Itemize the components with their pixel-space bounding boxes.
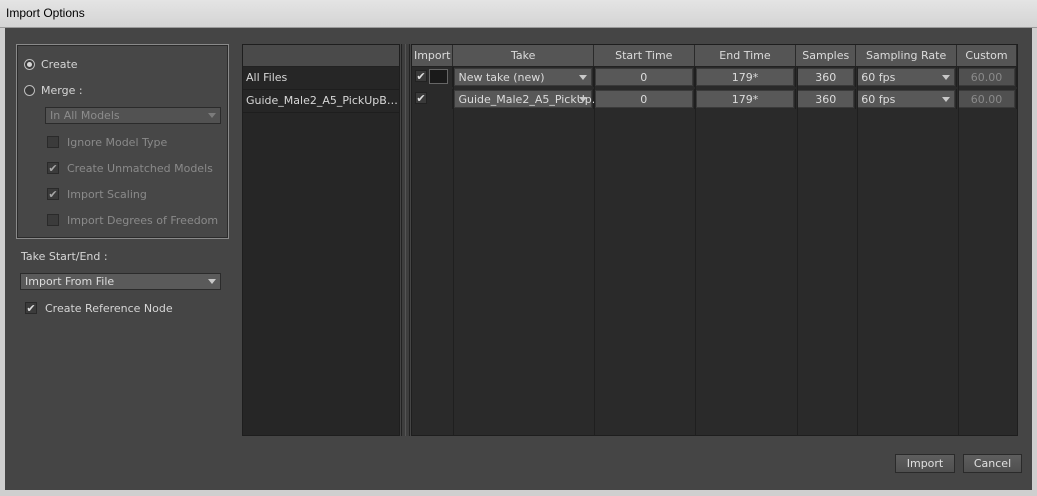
import-scaling-checkbox[interactable]: ✔ [47,188,59,200]
end-time-cell[interactable]: 179* [694,88,797,111]
sampling-rate-dropdown[interactable]: 60 fps [857,90,956,108]
table-row[interactable]: ✔ Guide_Male2_A5_PickUp... 0 179* 360 60… [412,88,1017,111]
chevron-down-icon [942,97,951,102]
chevron-down-icon [208,279,216,284]
create-reference-node-checkbox[interactable]: ✔ [25,302,37,314]
create-unmatched-label: Create Unmatched Models [67,161,213,175]
import-scaling-label: Import Scaling [67,187,147,201]
create-reference-node-option[interactable]: ✔ Create Reference Node [25,299,173,317]
sampling-rate-cell[interactable]: 60 fps [855,88,958,111]
panel-splitter[interactable] [401,44,410,436]
chevron-down-icon [578,75,587,80]
merge-target-dropdown[interactable]: In All Models [45,107,221,124]
table-header: Import Take Start Time End Time Samples … [412,45,1017,67]
take-dropdown[interactable]: New take (new) [454,68,592,86]
table-row[interactable]: ✔ New take (new) 0 179* 360 60 fps 60.00 [412,66,1017,89]
start-time-field[interactable]: 0 [594,90,693,108]
chevron-down-icon [578,97,587,102]
end-time-field[interactable]: 179* [695,90,795,108]
import-cell[interactable]: ✔ [412,66,454,89]
import-mode-group: Create Merge : In All Models Ignore Mode… [16,44,229,239]
end-time-cell[interactable]: 179* [694,66,797,89]
column-header-start-time[interactable]: Start Time [593,45,695,67]
column-divider [958,67,959,435]
column-divider [857,67,858,435]
chevron-down-icon [208,113,216,118]
file-list-item[interactable]: All Files [243,67,399,90]
import-scaling-option[interactable]: ✔ Import Scaling [47,185,147,203]
start-time-field[interactable]: 0 [594,68,693,86]
import-dof-option[interactable]: Import Degrees of Freedom [47,211,218,229]
take-cell[interactable]: Guide_Male2_A5_PickUp... [452,88,602,111]
custom-field: 60.00 [958,90,1015,108]
sampling-rate-value: 60 fps [861,93,896,106]
column-header-import[interactable]: Import [412,45,454,67]
create-unmatched-option[interactable]: ✔ Create Unmatched Models [47,159,213,177]
custom-cell: 60.00 [956,88,1017,111]
column-divider [695,67,696,435]
cancel-button[interactable]: Cancel [963,454,1022,473]
window-title: Import Options [6,6,85,20]
merge-label: Merge : [41,83,83,97]
import-checkbox[interactable]: ✔ [415,70,427,82]
samples-field[interactable]: 360 [797,68,855,86]
import-checkbox[interactable]: ✔ [415,92,427,104]
take-start-end-row: Take Start/End : [21,247,108,265]
column-header-samples[interactable]: Samples [795,45,857,67]
import-button[interactable]: Import [895,454,955,473]
column-header-custom[interactable]: Custom [956,45,1017,67]
column-divider [453,67,454,435]
import-dof-checkbox[interactable] [47,214,59,226]
sampling-rate-dropdown[interactable]: 60 fps [857,68,956,86]
title-bar: Import Options [0,0,1037,28]
ignore-model-type-checkbox[interactable] [47,136,59,148]
create-radio[interactable] [24,58,35,70]
chevron-down-icon [942,75,951,80]
column-header-end-time[interactable]: End Time [694,45,797,67]
selection-box [429,69,448,84]
create-reference-node-label: Create Reference Node [45,301,173,315]
column-divider [797,67,798,435]
take-value: New take (new) [458,71,545,84]
take-dropdown[interactable]: Guide_Male2_A5_PickUp... [454,90,602,108]
end-time-field[interactable]: 179* [695,68,795,86]
merge-radio[interactable] [24,84,35,96]
create-label: Create [41,57,78,71]
merge-target-value: In All Models [50,109,120,122]
samples-field[interactable]: 360 [797,90,855,108]
sampling-rate-cell[interactable]: 60 fps [855,66,958,89]
samples-cell[interactable]: 360 [795,66,857,89]
take-start-end-label: Take Start/End : [21,249,108,263]
custom-cell: 60.00 [956,66,1017,89]
ignore-model-type-label: Ignore Model Type [67,135,168,149]
column-header-sampling-rate[interactable]: Sampling Rate [855,45,958,67]
start-time-cell[interactable]: 0 [593,88,695,111]
take-mode-dropdown[interactable]: Import From File [20,273,221,290]
ignore-model-type-option[interactable]: Ignore Model Type [47,133,167,151]
column-divider [594,67,595,435]
take-mode-value: Import From File [25,275,115,288]
column-header-take[interactable]: Take [452,45,594,67]
file-list: All Files Guide_Male2_A5_PickUpBox.... [242,44,400,436]
takes-table: Import Take Start Time End Time Samples … [411,44,1018,436]
create-option[interactable]: Create [24,55,78,73]
file-list-header [243,45,399,67]
merge-option[interactable]: Merge : [24,81,83,99]
create-unmatched-checkbox[interactable]: ✔ [47,162,59,174]
samples-cell[interactable]: 360 [795,88,857,111]
import-cell[interactable]: ✔ [412,88,454,111]
import-dof-label: Import Degrees of Freedom [67,213,219,227]
take-cell[interactable]: New take (new) [452,66,594,89]
start-time-cell[interactable]: 0 [593,66,695,89]
sampling-rate-value: 60 fps [861,71,896,84]
file-list-item[interactable]: Guide_Male2_A5_PickUpBox.... [243,90,399,113]
custom-field: 60.00 [958,68,1015,86]
